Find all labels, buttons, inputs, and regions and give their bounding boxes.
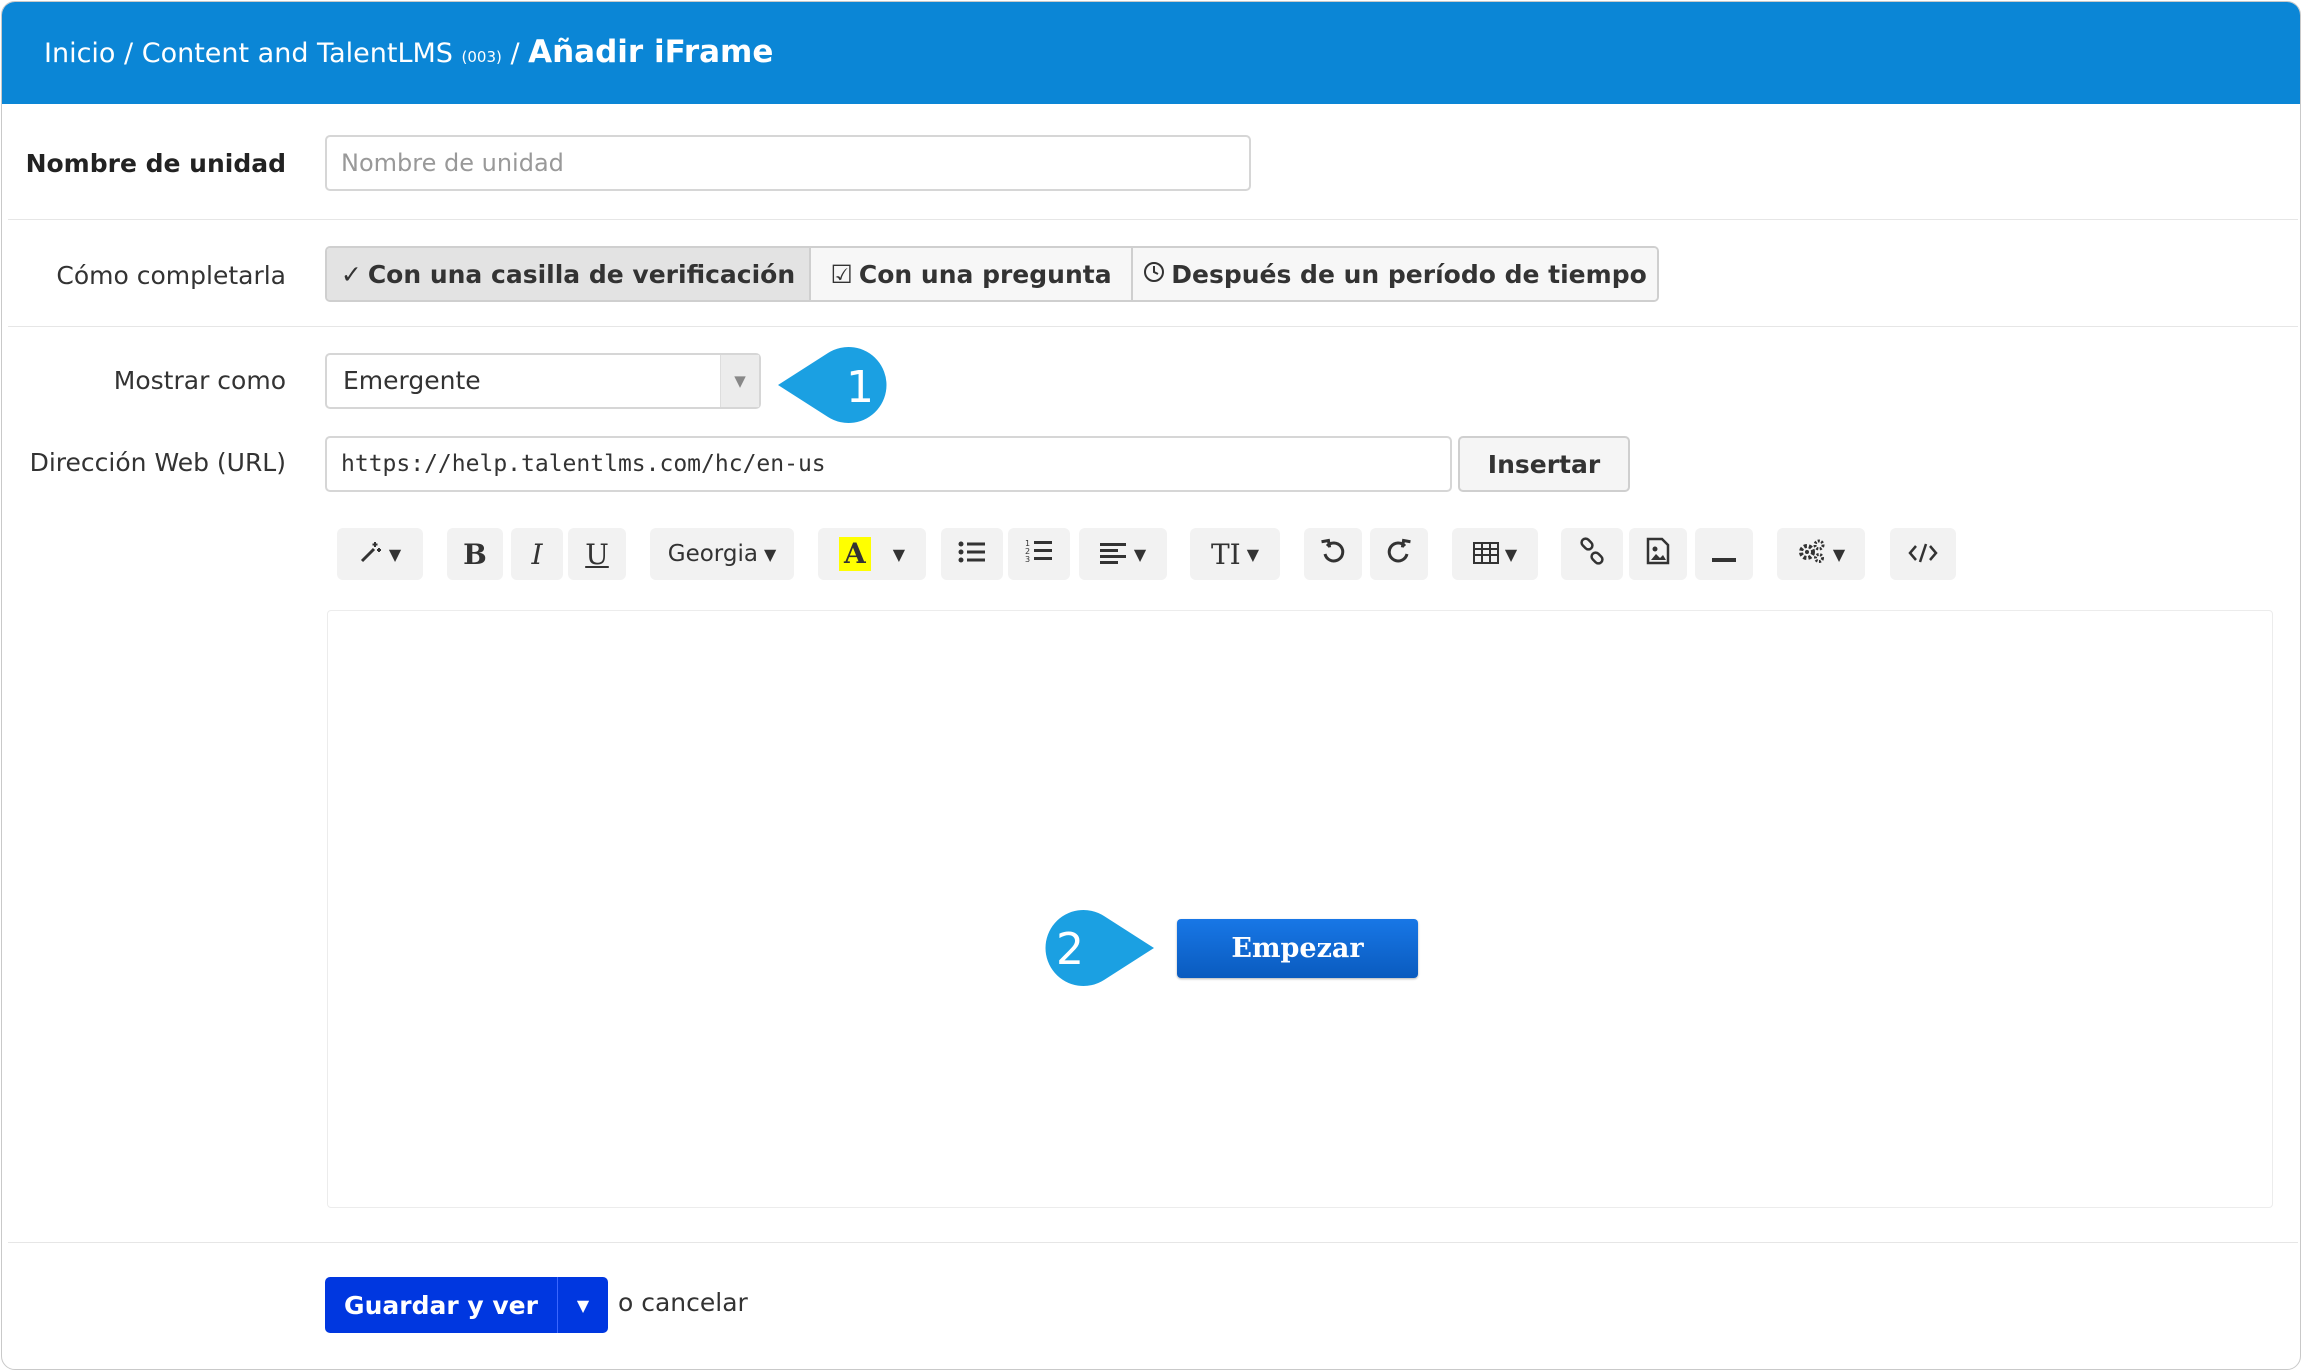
page-header: Inicio / Content and TalentLMS (003) / A… xyxy=(2,2,2300,104)
code-icon xyxy=(1908,538,1938,571)
insert-button[interactable]: Insertar xyxy=(1458,436,1630,492)
font-family-dropdown[interactable]: Georgia ▼ xyxy=(650,528,794,580)
magic-wand-icon xyxy=(359,538,383,571)
table-dropdown[interactable]: ▼ xyxy=(1452,528,1538,580)
font-family-value: Georgia xyxy=(667,541,758,567)
save-button-group: Guardar y ver ▼ xyxy=(325,1277,608,1333)
breadcrumb-separator: / xyxy=(501,38,529,69)
dropdown-arrow-icon[interactable]: ▼ xyxy=(720,355,759,407)
completion-option-label: Después de un período de tiempo xyxy=(1171,259,1647,289)
start-button[interactable]: Empezar xyxy=(1177,919,1418,978)
text-size-dropdown[interactable]: TI ▼ xyxy=(1190,528,1280,580)
redo-icon xyxy=(1386,538,1412,571)
underline-button[interactable]: U xyxy=(568,528,626,580)
completion-option-checkbox[interactable]: ✓ Con una casilla de verificación xyxy=(327,248,811,300)
text-size-icon: TI xyxy=(1210,537,1241,571)
table-icon xyxy=(1472,538,1499,571)
display-label: Mostrar como xyxy=(113,366,286,395)
unit-name-label: Nombre de unidad xyxy=(25,149,286,178)
align-left-icon xyxy=(1099,538,1128,571)
svg-text:3: 3 xyxy=(1025,555,1030,564)
completion-selector: ✓ Con una casilla de verificación ☑ Con un… xyxy=(325,246,1659,302)
divider xyxy=(8,1242,2298,1243)
chevron-down-icon: ▼ xyxy=(892,544,906,564)
breadcrumb: Inicio / Content and TalentLMS (003) / A… xyxy=(44,34,773,70)
completion-option-question[interactable]: ☑ Con una pregunta xyxy=(811,248,1133,300)
clock-icon xyxy=(1143,260,1165,289)
display-select[interactable]: Emergente ▼ xyxy=(325,353,761,409)
completion-option-time[interactable]: Después de un período de tiempo xyxy=(1133,248,1657,300)
chevron-down-icon: ▼ xyxy=(1504,544,1518,564)
completion-label: Cómo completarla xyxy=(56,261,286,290)
settings-dropdown[interactable]: ▼ xyxy=(1777,528,1865,580)
image-icon xyxy=(1646,537,1670,572)
callout-2-number: 2 xyxy=(1056,924,1084,975)
breadcrumb-separator: / xyxy=(115,38,142,69)
undo-button[interactable] xyxy=(1304,528,1362,580)
redo-button[interactable] xyxy=(1370,528,1428,580)
save-and-view-button[interactable]: Guardar y ver xyxy=(325,1277,557,1333)
numbered-list-button[interactable]: 123 xyxy=(1008,528,1070,580)
breadcrumb-home-link[interactable]: Inicio xyxy=(44,38,115,69)
paragraph-align-dropdown[interactable]: ▼ xyxy=(1079,528,1167,580)
text-color-swatch: A xyxy=(838,537,871,571)
url-label: Dirección Web (URL) xyxy=(29,448,286,477)
chevron-down-icon: ▼ xyxy=(1246,544,1260,564)
bullet-list-button[interactable] xyxy=(941,528,1003,580)
display-select-value: Emergente xyxy=(343,366,481,395)
unit-name-input[interactable]: Nombre de unidad xyxy=(325,135,1251,191)
bullet-list-icon xyxy=(958,538,986,571)
divider xyxy=(8,219,2298,220)
breadcrumb-course-link[interactable]: Content and TalentLMS xyxy=(142,38,453,69)
divider xyxy=(8,326,2298,327)
insert-image-button[interactable] xyxy=(1629,528,1687,580)
numbered-list-icon: 123 xyxy=(1025,538,1053,571)
italic-button[interactable]: I xyxy=(511,528,563,580)
bold-button[interactable]: B xyxy=(447,528,503,580)
insert-link-button[interactable] xyxy=(1561,528,1623,580)
save-options-dropdown[interactable]: ▼ xyxy=(558,1277,608,1333)
text-color-button[interactable]: A ▼ xyxy=(818,528,926,580)
url-input[interactable]: https://help.talentlms.com/hc/en-us xyxy=(325,436,1452,492)
completion-option-label: Con una pregunta xyxy=(858,259,1112,289)
code-view-button[interactable] xyxy=(1890,528,1956,580)
chevron-down-icon: ▼ xyxy=(763,544,777,564)
page-title: Añadir iFrame xyxy=(528,34,774,70)
chevron-down-icon: ▼ xyxy=(1832,544,1846,564)
content-editor[interactable] xyxy=(327,610,2273,1208)
callout-1-number: 1 xyxy=(846,362,874,413)
chevron-down-icon: ▼ xyxy=(388,544,402,564)
gears-icon xyxy=(1797,538,1827,571)
magic-format-button[interactable]: ▼ xyxy=(337,528,423,580)
app-window: Inicio / Content and TalentLMS (003) / A… xyxy=(1,1,2301,1370)
horizontal-rule-icon xyxy=(1712,538,1736,571)
link-icon xyxy=(1578,536,1606,572)
chevron-down-icon: ▼ xyxy=(1133,544,1147,564)
horizontal-rule-button[interactable] xyxy=(1695,528,1753,580)
undo-icon xyxy=(1320,538,1346,571)
checkbox-icon: ☑ xyxy=(830,259,853,289)
cancel-link[interactable]: o cancelar xyxy=(618,1288,748,1317)
completion-option-label: Con una casilla de verificación xyxy=(367,259,796,289)
chevron-down-icon: ▼ xyxy=(576,1295,590,1315)
breadcrumb-course-code: (003) xyxy=(461,48,502,66)
check-icon: ✓ xyxy=(340,259,362,289)
